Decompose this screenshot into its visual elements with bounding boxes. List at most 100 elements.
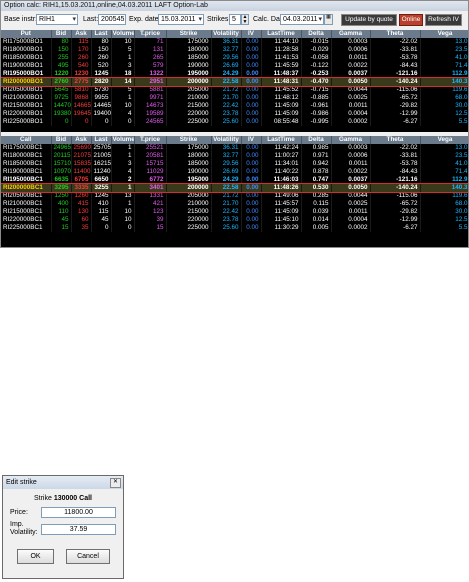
strikes-field[interactable]: 5 [229, 14, 241, 25]
table-cell[interactable]: 21.72 [211, 86, 242, 94]
table-cell[interactable]: 11:45:10 [261, 216, 302, 224]
table-cell[interactable]: 3401 [134, 184, 167, 192]
table-cell[interactable]: 68.0 [420, 94, 468, 102]
table-row[interactable]: RI200000BC1 3295 3335 3255 1 3401 200000 22.58 0… [1, 183, 468, 193]
table-cell[interactable]: -0.885 [301, 94, 332, 102]
instrument-cell[interactable]: RI180000BC1 [1, 152, 52, 160]
table-cell[interactable]: 71.4 [420, 168, 468, 176]
table-cell[interactable]: 08:55:48 [261, 118, 302, 126]
table-cell[interactable]: 1250 [51, 192, 72, 200]
table-row[interactable]: RI190000BC1 10970 11400 11240 4 11029 190000 26… [1, 168, 468, 176]
table-cell[interactable]: 5.5 [420, 224, 468, 232]
table-cell[interactable]: 170 [71, 46, 92, 54]
table-row[interactable]: RI180000BC1 20115 21075 21005 1 20581 180000 32… [1, 152, 468, 160]
table-row[interactable]: RI220000BC1 45 60 45 10 39 220000 23.78 0.00 11:4… [1, 216, 468, 224]
instrument-cell[interactable]: RI185000BC1 [1, 160, 52, 168]
table-cell[interactable]: -33.81 [370, 152, 421, 160]
table-cell[interactable]: -115.06 [370, 192, 421, 200]
calc-date-select[interactable]: 04.03.2011 [280, 14, 324, 25]
table-cell[interactable]: 150 [91, 46, 112, 54]
table-cell[interactable]: 0.115 [301, 200, 332, 208]
table-cell[interactable]: 0.0002 [331, 224, 371, 232]
table-row[interactable]: RI220000BO1 19380 19645 19400 4 19589 220000 23… [1, 110, 468, 118]
table-cell[interactable]: 10 [111, 216, 135, 224]
column-header[interactable]: Theta [370, 136, 421, 144]
table-cell[interactable]: -0.015 [301, 38, 332, 46]
table-cell[interactable]: 1260 [71, 192, 92, 200]
table-cell[interactable]: 0.00 [241, 216, 262, 224]
table-row[interactable]: RI185000BC1 15710 15835 16215 3 15715 185000 29… [1, 160, 468, 168]
table-cell[interactable]: 0.0037 [331, 176, 371, 184]
table-cell[interactable]: 0.0044 [331, 86, 371, 94]
table-cell[interactable]: -0.029 [301, 46, 332, 54]
table-cell[interactable]: 26.69 [211, 168, 242, 176]
table-cell[interactable]: 0.00 [241, 70, 262, 78]
table-cell[interactable]: 1 [111, 152, 135, 160]
table-cell[interactable]: 11:41:53 [261, 54, 302, 62]
table-cell[interactable]: 0 [71, 118, 92, 126]
table-cell[interactable]: 11240 [91, 168, 112, 176]
table-row[interactable]: RI200000BO1 2760 2775 2820 14 2951 200000 22.58… [1, 77, 468, 87]
table-cell[interactable]: 71 [134, 38, 167, 46]
instrument-cell[interactable]: RI210000BC1 [1, 200, 52, 208]
table-cell[interactable]: 10 [111, 38, 135, 46]
table-row[interactable]: RI225000BO1 0 0 0 0 24565 225000 25.60 0.00 08:55… [1, 118, 468, 126]
table-cell[interactable]: 36.31 [211, 38, 242, 46]
column-header[interactable]: IV [241, 30, 262, 38]
iv-input[interactable]: 37.59 [41, 524, 116, 535]
table-cell[interactable]: 3255 [91, 184, 112, 192]
table-cell[interactable]: -65.72 [370, 94, 421, 102]
table-cell[interactable]: 23.5 [420, 152, 468, 160]
table-cell[interactable]: 11:45:09 [261, 102, 302, 110]
table-cell[interactable]: 15715 [134, 160, 167, 168]
table-cell[interactable]: 9971 [134, 94, 167, 102]
table-cell[interactable]: -0.715 [301, 86, 332, 94]
table-cell[interactable]: 15 [134, 224, 167, 232]
table-cell[interactable]: 32.77 [211, 152, 242, 160]
table-row[interactable]: RI215000BC1 110 130 115 10 123 215000 22.42 0.00… [1, 208, 468, 216]
table-cell[interactable]: 0.0006 [331, 152, 371, 160]
table-cell[interactable]: 1331 [134, 192, 167, 200]
table-cell[interactable]: 21.70 [211, 200, 242, 208]
table-cell[interactable]: 0.0044 [331, 192, 371, 200]
table-cell[interactable]: 1322 [134, 70, 167, 78]
column-header[interactable]: Put [1, 30, 52, 38]
table-cell[interactable]: 140.3 [420, 184, 468, 192]
table-row[interactable]: RI190000BO1 495 540 520 3 579 190000 26.69 0.00 1… [1, 62, 468, 70]
table-cell[interactable]: 0 [91, 224, 112, 232]
table-cell[interactable]: 220000 [166, 110, 212, 118]
table-cell[interactable]: -121.16 [370, 176, 421, 184]
table-cell[interactable]: 495 [51, 62, 72, 70]
table-cell[interactable]: -0.058 [301, 54, 332, 62]
table-cell[interactable]: -33.81 [370, 46, 421, 54]
instrument-cell[interactable]: RI210000BO1 [1, 94, 52, 102]
instrument-cell[interactable]: RI225000BC1 [1, 224, 52, 232]
table-cell[interactable]: 0.00 [241, 62, 262, 70]
table-row[interactable]: RI175000BC1 24965 25690 25705 1 25521 175000 36… [1, 144, 468, 152]
table-cell[interactable]: 205000 [166, 86, 212, 94]
table-cell[interactable]: 11:44:10 [261, 38, 302, 46]
instrument-cell[interactable]: RI225000BO1 [1, 118, 52, 126]
table-cell[interactable]: 0.0006 [331, 46, 371, 54]
table-cell[interactable]: 0.0004 [331, 110, 371, 118]
table-cell[interactable]: 1220 [51, 70, 72, 78]
table-cell[interactable]: 15835 [71, 160, 92, 168]
table-cell[interactable]: 0.00 [241, 102, 262, 110]
column-header[interactable]: Bid [51, 136, 72, 144]
table-cell[interactable]: 0.00 [241, 224, 262, 232]
table-cell[interactable]: 11:42:24 [261, 144, 302, 152]
column-header[interactable]: Call [1, 136, 52, 144]
table-cell[interactable]: 20581 [134, 152, 167, 160]
table-cell[interactable]: -53.78 [370, 54, 421, 62]
table-row[interactable]: RI185000BO1 255 260 260 1 265 185000 29.56 0.00 1… [1, 54, 468, 62]
table-cell[interactable]: 14673 [134, 102, 167, 110]
table-cell[interactable]: 0.971 [301, 152, 332, 160]
table-cell[interactable]: 3295 [51, 184, 72, 192]
table-cell[interactable]: 0.0011 [331, 208, 371, 216]
ok-button[interactable]: OK [17, 549, 54, 564]
table-cell[interactable]: 3 [111, 62, 135, 70]
table-cell[interactable]: 6650 [91, 176, 112, 184]
table-cell[interactable]: 11:45:09 [261, 110, 302, 118]
table-cell[interactable]: 0 [111, 118, 135, 126]
table-cell[interactable]: 26.69 [211, 62, 242, 70]
